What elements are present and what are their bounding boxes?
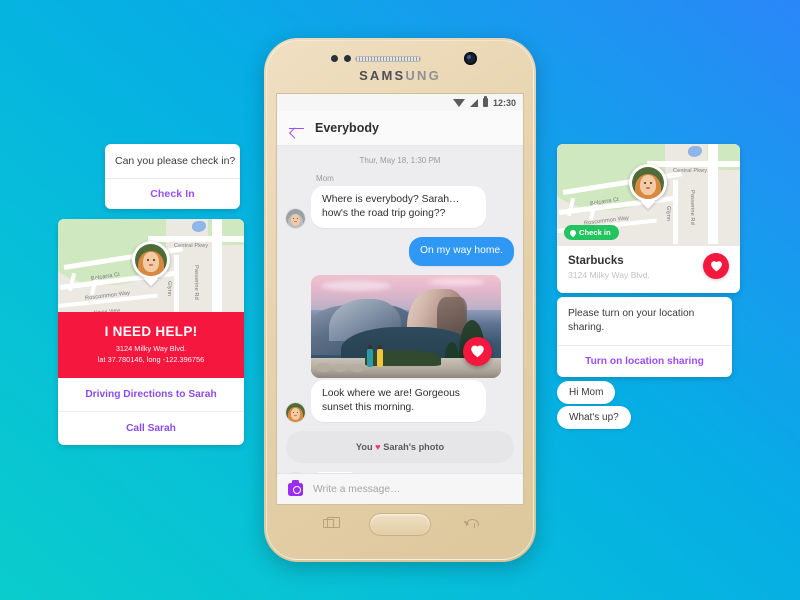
avatar [135,244,167,276]
help-banner-title: I NEED HELP! [104,324,198,339]
map-road [673,180,678,244]
day-divider: Thur, May 18, 1:30 PM [359,156,441,165]
phone-screen: 12:30 Everybody Thur, May 18, 1:30 PM Mo… [276,93,524,505]
status-time: 12:30 [492,97,516,108]
volume-button[interactable] [266,193,267,233]
wifi-icon [452,98,465,107]
map-label-passerine-rd: Passerine Rd [689,190,696,225]
place-check-in-card: Central Pkwy Belcarra Ct Roscommon Way G… [557,144,740,293]
call-sarah-button[interactable]: Call Sarah [58,411,244,445]
place-card-map[interactable]: Central Pkwy Belcarra Ct Roscommon Way G… [557,144,740,246]
message-bubble[interactable]: Look where we are! Gorgeous sunset this … [311,379,486,423]
map-marker-icon [568,228,578,237]
message-bubble-outgoing[interactable]: On my way home. [409,237,514,266]
message-row-outgoing: On my way home. [286,237,514,266]
phone-device: SAMSUNG 12:30 Everybody Thur, May 18, 1:… [264,38,536,562]
map-label-glynn: Glynn [166,281,172,297]
back-button[interactable] [464,519,479,528]
map-road [174,255,179,312]
status-bar: 12:30 [277,94,523,111]
app-bar: Everybody [277,111,523,146]
need-help-card: Central Pkwy Belcarra Ct Roscommon Way A… [58,219,244,446]
check-in-button[interactable]: Check In [105,179,240,209]
brand-logo: SAMSUNG [267,68,533,83]
home-button[interactable] [369,513,431,536]
driving-directions-button[interactable]: Driving Directions to Sarah [58,378,244,411]
help-banner-coords: lat 37.780146, long -122.396756 [97,354,205,364]
conversation-title: Everybody [315,121,379,135]
place-info: Starbucks 3124 Milky Way Blvd. [557,246,740,293]
map-label-alpine-view: Alpine View [92,307,121,312]
check-in-prompt-card: Can you please check in? Check In [105,144,240,210]
quick-reply-whats-up[interactable]: What's up? [557,406,631,429]
back-arrow-icon[interactable] [289,123,304,134]
message-row-incoming: Where is everybody? Sarah…how's the road… [286,186,514,229]
battery-icon [482,96,488,107]
earpiece-speaker [355,56,421,62]
message-thread[interactable]: Thur, May 18, 1:30 PM Mom Where is every… [277,146,523,475]
camera-icon[interactable] [288,480,303,496]
map-label-glynn: Glynn [665,206,671,222]
brand-logo-light: UNG [405,68,441,83]
photo-rock [351,363,363,372]
heart-icon: ♥ [375,442,381,453]
location-sharing-text: Please turn on your location sharing. [557,297,732,346]
map-road [212,219,222,312]
sensor-dots [331,55,351,62]
reaction-author: You [355,442,373,453]
map-location-pin[interactable] [132,241,170,279]
map-water-icon [192,221,206,232]
map-road [708,144,718,244]
photo-person [377,344,383,367]
message-composer[interactable]: Write a message… [277,473,523,504]
app-mockup-canvas: Can you please check in? Check In Centra… [0,0,800,600]
reaction-target: Sarah's photo [383,442,445,453]
photo-like-button[interactable] [463,336,492,366]
reaction-notice: You ♥ Sarah's photo [286,431,514,464]
map-water-icon [688,146,702,157]
avatar[interactable] [286,403,305,423]
phone-top-hardware: SAMSUNG [267,41,533,93]
quick-reply-hi-mom[interactable]: Hi Mom [557,381,616,404]
check-in-prompt-text: Can you please check in? [105,144,240,180]
phone-bottom-hardware [267,501,533,559]
photo-rock [317,362,330,372]
heart-icon [471,345,484,358]
help-card-map[interactable]: Central Pkwy Belcarra Ct Roscommon Way A… [58,219,244,312]
map-location-pin[interactable] [629,164,667,202]
message-row-photo-caption: Look where we are! Gorgeous sunset this … [286,379,514,423]
front-camera-icon [464,52,477,65]
location-sharing-card: Please turn on your location sharing. Tu… [557,297,732,377]
heart-icon [710,261,722,272]
turn-on-location-sharing-button[interactable]: Turn on location sharing [557,346,732,377]
help-banner-address: 3124 Milky Way Blvd. [115,344,187,353]
map-road [647,161,740,167]
map-road [148,236,244,242]
signal-icon [469,98,478,107]
map-label-central-pkwy: Central Pkwy [174,243,209,249]
avatar[interactable] [286,209,305,229]
photo-cloud [429,277,485,286]
recents-button[interactable] [323,516,340,528]
help-banner: I NEED HELP! 3124 Milky Way Blvd. lat 37… [58,312,244,379]
map-label-central-pkwy: Central Pkwy [673,168,708,174]
photo-rock [335,363,346,372]
message-input-placeholder[interactable]: Write a message… [313,484,400,495]
brand-logo-dark: SAMS [359,68,406,83]
photo-message[interactable] [311,274,501,378]
power-button[interactable] [533,209,534,237]
message-sender-label: Mom [316,174,334,183]
photo-cloud [321,280,391,291]
check-in-badge-label: Check in [579,228,611,237]
map-label-passerine-rd: Passerine Rd [193,265,200,300]
check-in-badge[interactable]: Check in [564,225,619,240]
phone-body: SAMSUNG 12:30 Everybody Thur, May 18, 1:… [266,40,534,560]
photo-person [367,344,373,367]
avatar [632,167,664,199]
favorite-heart-button[interactable] [703,253,729,279]
message-bubble[interactable]: Where is everybody? Sarah…how's the road… [311,186,486,229]
